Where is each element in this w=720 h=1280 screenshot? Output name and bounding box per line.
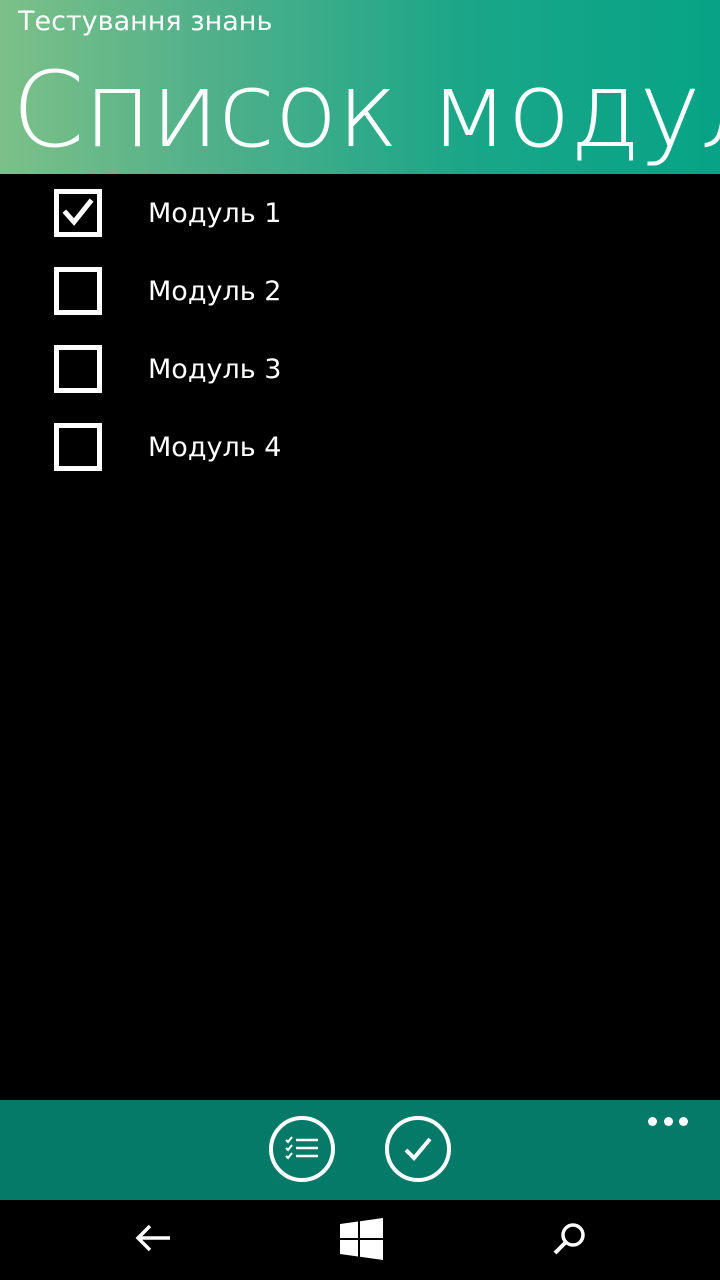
module-1-checkbox[interactable] [54,189,102,237]
module-3-checkbox[interactable] [54,345,102,393]
module-2-label: Модуль 2 [148,275,282,307]
confirm-button[interactable] [385,1116,451,1182]
app-title: Тестування знань [18,6,273,37]
app-bar [0,1100,720,1200]
windows-logo-icon [340,1218,383,1260]
module-item-3[interactable]: Модуль 3 [0,330,720,408]
module-4-label: Модуль 4 [148,431,282,463]
dot [648,1116,657,1126]
module-list-button[interactable] [269,1116,335,1182]
module-4-checkbox[interactable] [54,423,102,471]
search-button[interactable] [546,1216,594,1264]
back-arrow-icon [135,1224,170,1252]
module-item-2[interactable]: Модуль 2 [0,252,720,330]
module-item-1[interactable]: Модуль 1 [0,174,720,252]
module-item-4[interactable]: Модуль 4 [0,408,720,486]
page-title: Список модулів [12,49,720,171]
back-button[interactable] [130,1216,178,1264]
search-icon [553,1223,585,1255]
page-header: Тестування знань Список модулів [0,0,720,174]
start-button[interactable] [337,1216,385,1264]
module-1-label: Модуль 1 [148,197,282,229]
module-2-checkbox[interactable] [54,267,102,315]
dot [663,1116,673,1126]
system-nav-bar [0,1200,720,1280]
ellipsis-icon[interactable] [648,1114,688,1128]
checkmark-icon [62,198,94,226]
module-3-label: Модуль 3 [148,353,282,385]
checkmark-icon [404,1137,432,1161]
dot [679,1116,688,1126]
checklist-icon [285,1136,318,1160]
